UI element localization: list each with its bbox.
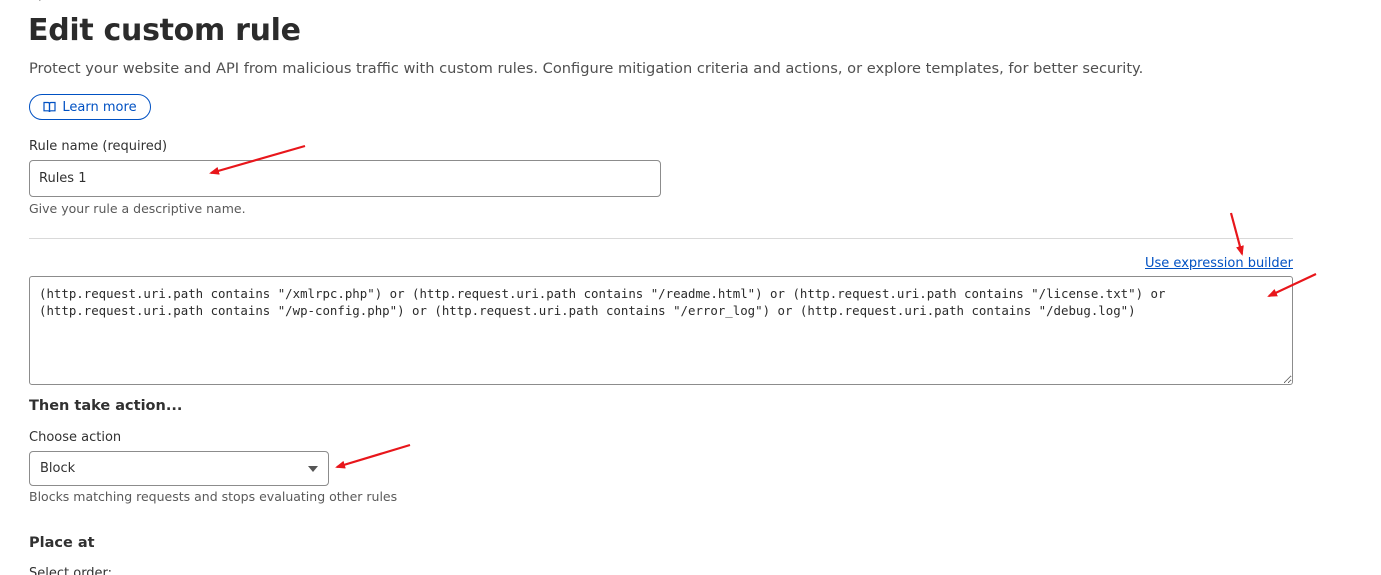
section-divider <box>29 238 1293 239</box>
action-help: Blocks matching requests and stops evalu… <box>29 489 398 504</box>
book-icon <box>43 101 57 113</box>
expression-editor[interactable]: (http.request.uri.path contains "/xmlrpc… <box>29 276 1293 385</box>
select-order-label: Select order: <box>29 566 113 575</box>
action-select[interactable]: Block <box>29 451 329 486</box>
choose-action-label: Choose action <box>29 430 122 445</box>
learn-more-label: Learn more <box>62 99 137 115</box>
annotation-arrow-action <box>335 443 411 469</box>
annotation-arrow-builder-link <box>1229 212 1244 256</box>
action-section-title: Then take action... <box>29 398 183 414</box>
expression-builder-link[interactable]: Use expression builder <box>1145 256 1293 271</box>
page-title: Edit custom rule <box>28 13 301 48</box>
edit-custom-rule-page: · › Edit custom rule Protect your websit… <box>0 0 1381 575</box>
placement-section-title: Place at <box>29 535 95 551</box>
rule-name-help: Give your rule a descriptive name. <box>29 201 246 216</box>
chevron-down-icon <box>308 465 318 472</box>
page-description: Protect your website and API from malici… <box>29 60 1144 77</box>
breadcrumb-fragment: · › <box>30 0 43 5</box>
learn-more-button[interactable]: Learn more <box>29 94 151 120</box>
rule-name-input[interactable] <box>29 160 661 197</box>
action-select-value: Block <box>40 461 76 476</box>
rule-name-label: Rule name (required) <box>29 139 168 154</box>
